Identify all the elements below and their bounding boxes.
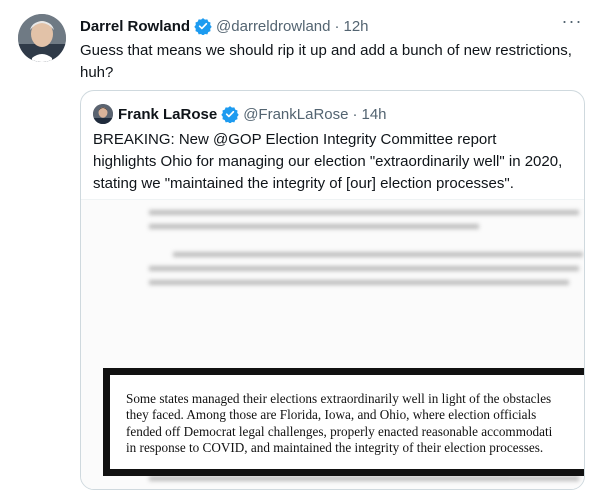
highlighted-excerpt: Some states managed their elections extr… (103, 368, 584, 476)
quoted-timestamp: 14h (361, 105, 387, 123)
author-handle[interactable]: @darreldrowland (216, 18, 330, 35)
blurred-text-line (149, 280, 569, 285)
avatar[interactable] (18, 14, 66, 62)
excerpt-text: Some states managed their elections extr… (126, 391, 553, 456)
tweet-header: Darrel Rowland @darreldrowland · 12h (80, 15, 586, 37)
quoted-tweet-text: BREAKING: New @GOP Election Integrity Co… (93, 131, 563, 192)
quoted-tweet[interactable]: Frank LaRose @FrankLaRose · 14h BREAKING… (80, 90, 585, 490)
blurred-text-line (149, 266, 579, 271)
more-options-icon[interactable]: ··· (560, 12, 584, 32)
quoted-author-handle: @FrankLaRose (243, 105, 349, 123)
blurred-text-line (149, 224, 479, 229)
quoted-tweet-image[interactable]: Some states managed their elections extr… (81, 199, 584, 489)
tweet: Darrel Rowland @darreldrowland · 12h ···… (0, 0, 600, 491)
quoted-author-name: Frank LaRose (118, 105, 218, 123)
blurred-text-line (149, 476, 579, 481)
verified-badge-icon (194, 17, 212, 36)
quoted-avatar (93, 104, 113, 124)
blurred-text-line (149, 210, 579, 215)
tweet-text: Guess that means we should rip it up and… (80, 42, 572, 81)
quoted-tweet-header: Frank LaRose @FrankLaRose · 14h (93, 103, 572, 125)
separator-dot: · (352, 105, 358, 123)
separator-dot: · (334, 17, 340, 35)
verified-badge-icon (221, 105, 239, 124)
author-name[interactable]: Darrel Rowland (80, 18, 190, 35)
timestamp[interactable]: 12h (343, 18, 368, 35)
blurred-text-line (173, 252, 583, 257)
